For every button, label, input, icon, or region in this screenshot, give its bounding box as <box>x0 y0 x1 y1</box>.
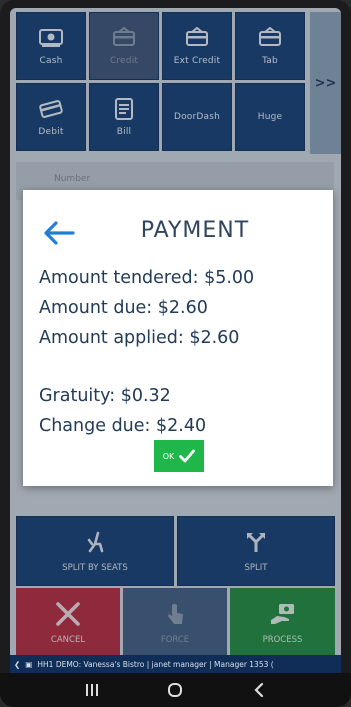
ok-button[interactable]: OK <box>154 440 204 472</box>
ok-label: OK <box>162 451 175 461</box>
amount-tendered-text: Amount tendered: $5.00 <box>39 268 255 288</box>
back-arrow-icon[interactable] <box>43 220 75 246</box>
change-due-text: Change due: $2.40 <box>39 416 207 436</box>
gratuity-text: Gratuity: $0.32 <box>39 386 171 406</box>
amount-applied-text: Amount applied: $2.60 <box>39 328 240 348</box>
pos-screen: Cash Credit Ext Credit Tab Debit Bill Do… <box>10 8 341 673</box>
phone-frame: Cash Credit Ext Credit Tab Debit Bill Do… <box>0 0 351 707</box>
back-chevron-icon[interactable]: ❮ <box>14 660 20 669</box>
payment-dialog: PAYMENT Amount tendered: $5.00 Amount du… <box>23 190 333 486</box>
dialog-title: PAYMENT <box>140 218 250 243</box>
android-nav-bar <box>0 673 351 707</box>
checkmark-icon <box>179 449 196 463</box>
status-bar: ❮ ▣ HH1 DEMO: Vanessa's Bistro | janet m… <box>10 655 341 673</box>
status-text: HH1 DEMO: Vanessa's Bistro | janet manag… <box>37 659 274 669</box>
home-icon[interactable] <box>165 682 185 698</box>
amount-due-text: Amount due: $2.60 <box>39 298 208 318</box>
recent-apps-icon[interactable] <box>82 682 102 698</box>
wifi-icon: ▣ <box>25 659 33 669</box>
back-icon[interactable] <box>249 682 269 698</box>
